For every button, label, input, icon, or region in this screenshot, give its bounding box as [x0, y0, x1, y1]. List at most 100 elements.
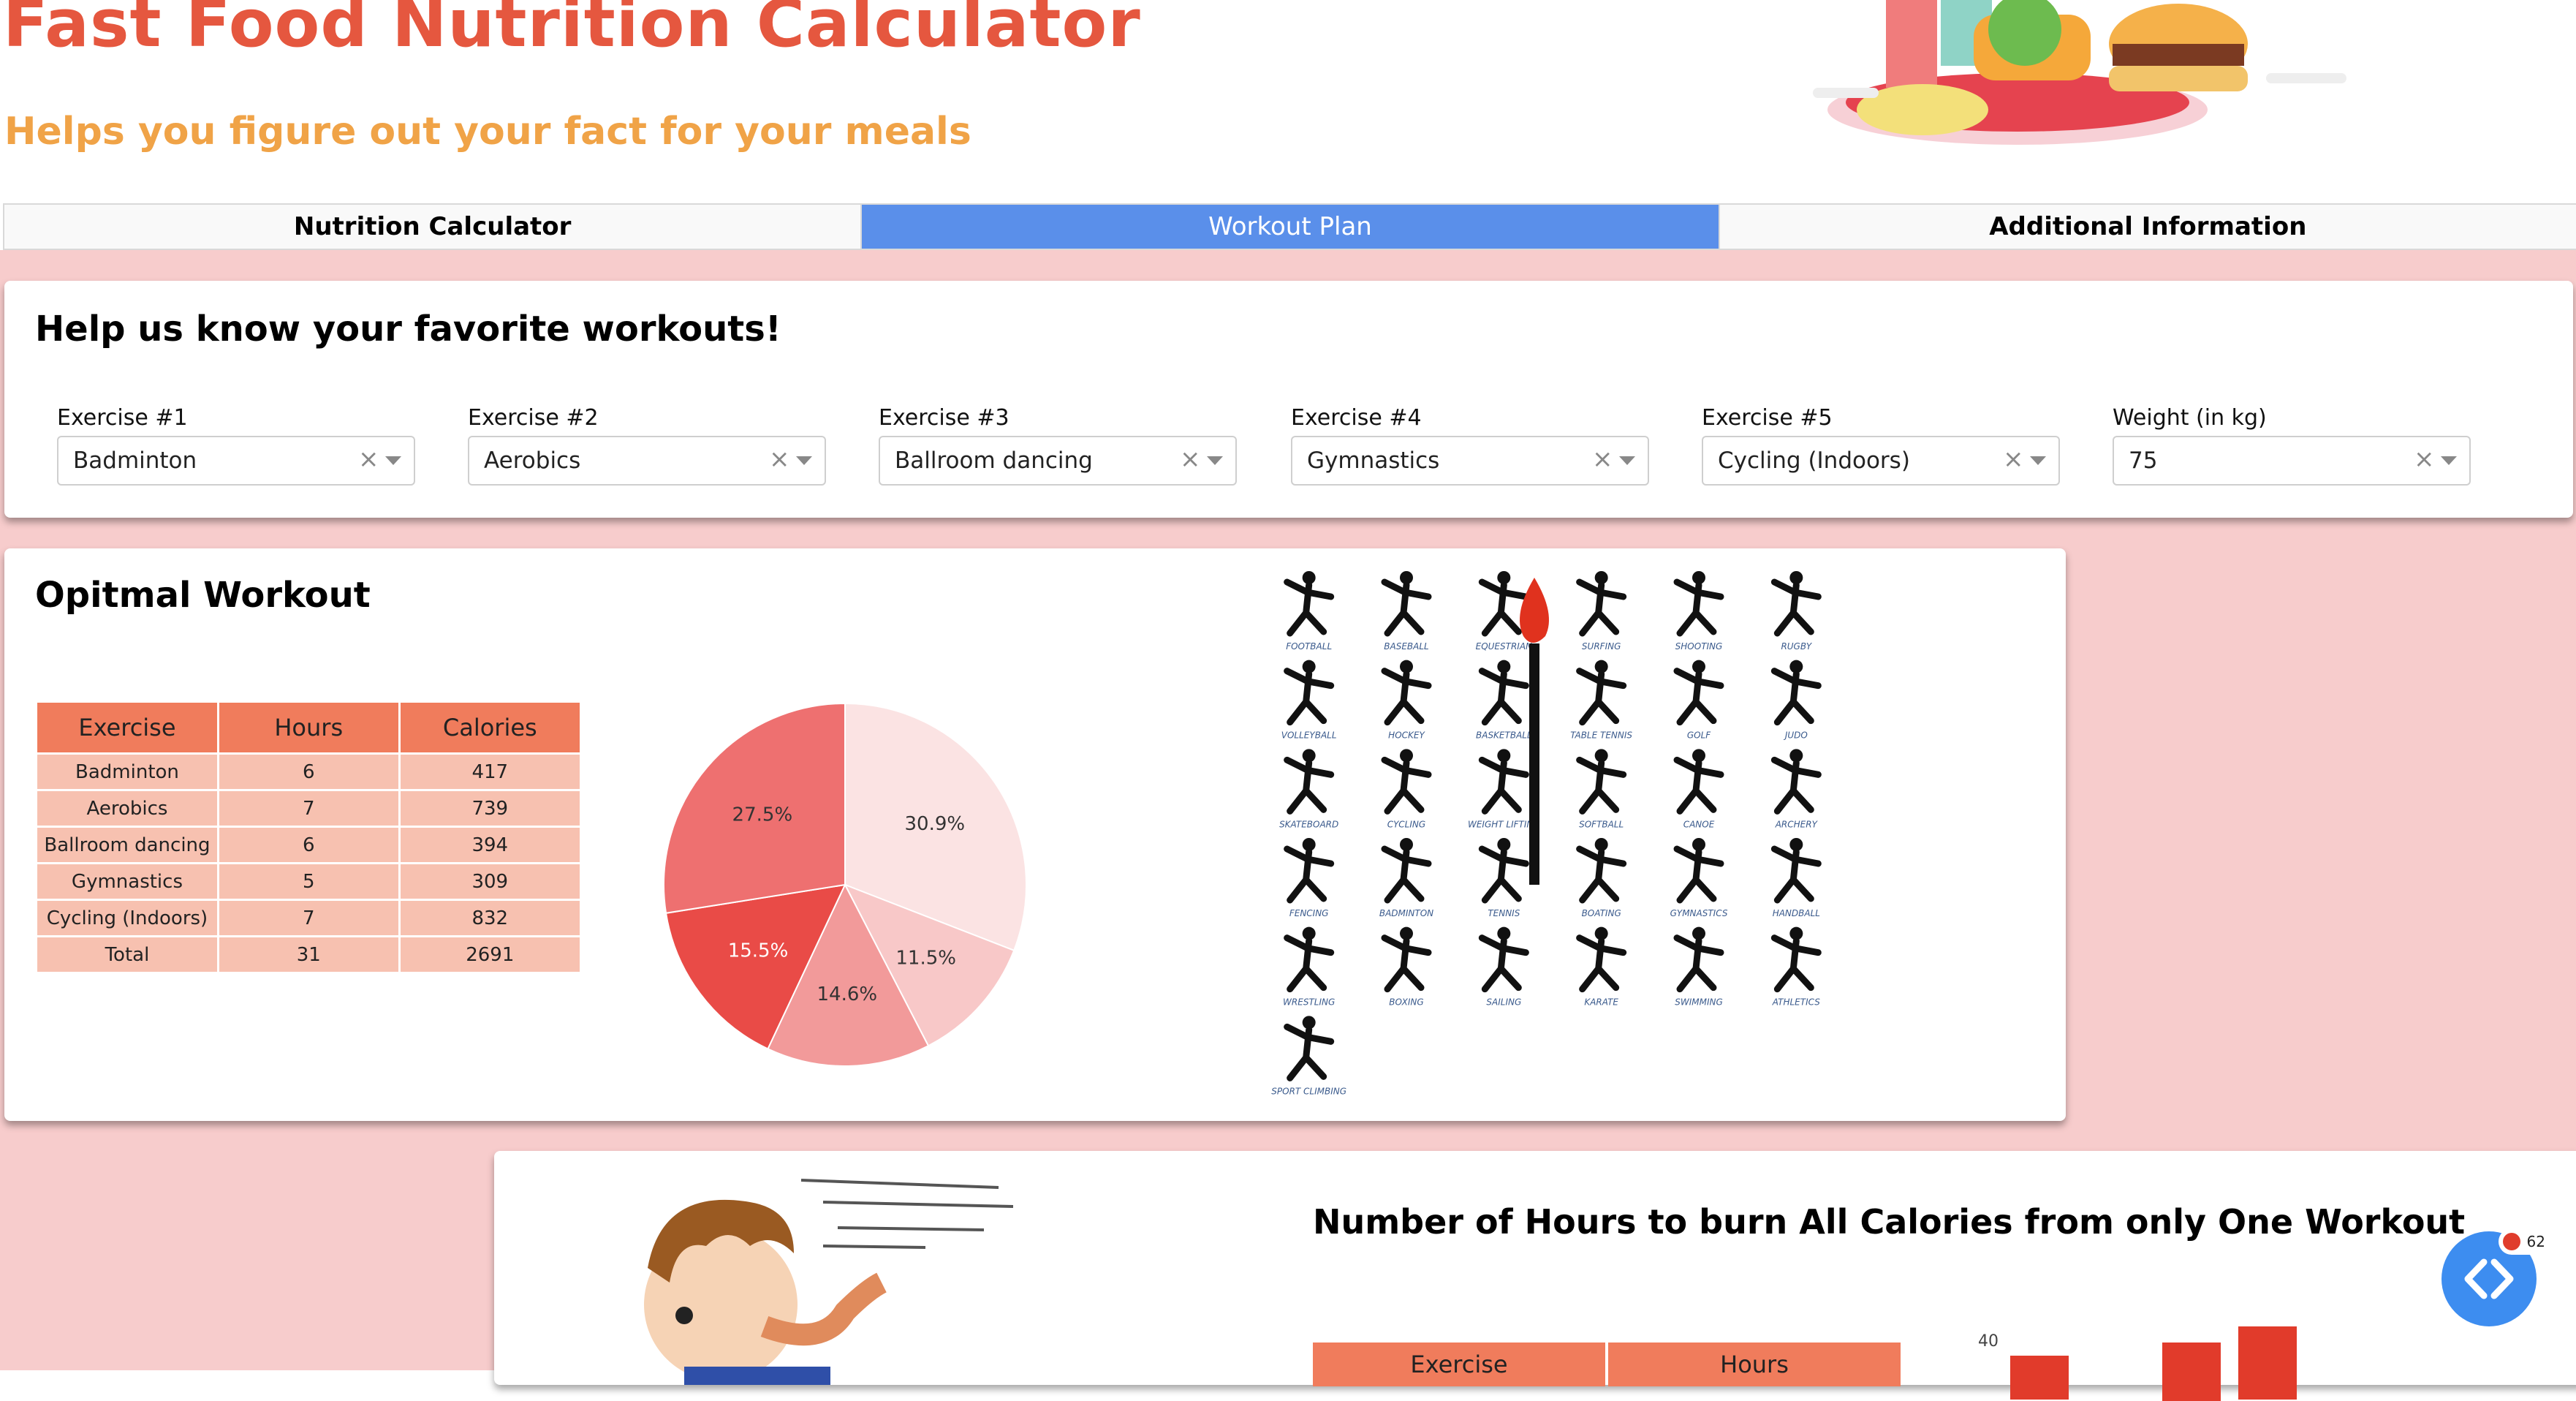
- dev-tools-button[interactable]: 62: [2441, 1228, 2550, 1326]
- athlete-silhouette: [1576, 660, 1627, 726]
- chevron-down-icon[interactable]: [796, 456, 812, 465]
- table-cell: 5: [216, 862, 401, 901]
- column-header: Exercise: [35, 700, 219, 755]
- table-cell: Badminton: [35, 752, 219, 791]
- dropdown-label: Exercise #5: [1702, 405, 1833, 431]
- clear-icon[interactable]: ×: [2414, 445, 2435, 474]
- exercise-1-dropdown: Exercise #1 Badminton ×: [57, 405, 415, 486]
- table-cell: Gymnastics: [35, 862, 219, 901]
- sport-label: SWIMMING: [1675, 997, 1723, 1008]
- sport-label: FOOTBALL: [1286, 641, 1332, 652]
- athlete-silhouette: [1770, 926, 1822, 993]
- column-header: Exercise: [1313, 1343, 1605, 1386]
- athlete-silhouette: [1284, 660, 1335, 726]
- column-header: Hours: [1608, 1343, 1901, 1386]
- clear-icon[interactable]: ×: [2003, 445, 2024, 474]
- sport-label: FENCING: [1289, 908, 1329, 918]
- tab-workout-plan[interactable]: Workout Plan: [862, 205, 1720, 249]
- sports-silhouettes-illustration: FOOTBALL BASEBALL EQUESTRIAN SURFING SHOOTIN…: [1271, 571, 1822, 1096]
- chevron-down-icon[interactable]: [2441, 456, 2457, 465]
- bar: [2238, 1326, 2297, 1400]
- dropdown-label: Weight (in kg): [2113, 405, 2267, 431]
- clear-icon[interactable]: ×: [1180, 445, 1201, 474]
- bar: [2010, 1356, 2069, 1400]
- athlete-silhouette: [1478, 926, 1529, 993]
- chevron-down-icon[interactable]: [2030, 456, 2046, 465]
- sport-label: RUGBY: [1781, 641, 1812, 652]
- exercise-2-select[interactable]: Aerobics ×: [468, 436, 826, 486]
- table-cell: 7: [216, 789, 401, 828]
- sport-label: KARATE: [1584, 997, 1618, 1008]
- running-boy-illustration: [644, 1179, 1014, 1385]
- hours-to-burn-card: Number of Hours to burn All Calories fro…: [494, 1151, 2576, 1401]
- exercise-3-dropdown: Exercise #3 Ballroom dancing ×: [879, 405, 1237, 486]
- dropdown-label: Exercise #4: [1291, 405, 1422, 431]
- athlete-silhouette: [1381, 571, 1432, 637]
- table-row: Cycling (Indoors) 7 832: [35, 899, 583, 937]
- selected-value: Aerobics: [484, 448, 581, 474]
- y-tick-label: 40: [1978, 1332, 1999, 1351]
- favorite-workouts-title: Help us know your favorite workouts!: [35, 309, 781, 350]
- athlete-silhouette: [1576, 571, 1627, 637]
- exercise-3-select[interactable]: Ballroom dancing ×: [879, 436, 1237, 486]
- error-dot-icon: [2503, 1233, 2520, 1250]
- sport-label: HOCKEY: [1388, 730, 1425, 741]
- sport-label: BASEBALL: [1384, 641, 1428, 652]
- table-row: Ballroom dancing 6 394: [35, 826, 583, 864]
- exercise-2-dropdown: Exercise #2 Aerobics ×: [468, 405, 826, 486]
- pie-slice-label: 15.5%: [728, 940, 789, 962]
- athlete-silhouette: [1576, 926, 1627, 993]
- exercise-5-select[interactable]: Cycling (Indoors) ×: [1702, 436, 2060, 486]
- clear-icon[interactable]: ×: [1592, 445, 1613, 474]
- sport-label: GYMNASTICS: [1670, 908, 1728, 918]
- table-cell: 6: [216, 752, 401, 791]
- athlete-silhouette: [1284, 571, 1335, 637]
- table-cell: 394: [398, 826, 583, 864]
- sport-label: CYCLING: [1387, 819, 1425, 829]
- sport-label: WEIGHT LIFTING: [1468, 819, 1540, 829]
- pie-slice-label: 27.5%: [732, 804, 793, 826]
- weight-dropdown: Weight (in kg) 75 ×: [2113, 405, 2471, 486]
- pie-slice-label: 30.9%: [905, 813, 966, 835]
- sport-label: JUDO: [1784, 730, 1808, 741]
- sport-label: GOLF: [1687, 730, 1711, 741]
- tab-additional-information[interactable]: Additional Information: [1720, 205, 2576, 249]
- chevron-down-icon[interactable]: [1207, 456, 1223, 465]
- athlete-silhouette: [1770, 571, 1822, 637]
- pie-slice-label: 11.5%: [895, 947, 956, 969]
- table-header-row: Exercise Hours Calories: [35, 700, 583, 755]
- athlete-silhouette: [1673, 838, 1724, 904]
- athlete-silhouette: [1478, 571, 1529, 637]
- clear-icon[interactable]: ×: [769, 445, 790, 474]
- sport-label: TABLE TENNIS: [1570, 730, 1632, 741]
- favorite-workouts-card: Help us know your favorite workouts! Exe…: [4, 281, 2573, 518]
- athlete-silhouette: [1381, 660, 1432, 726]
- table-row: Total 31 2691: [35, 935, 583, 974]
- athlete-silhouette: [1284, 749, 1335, 815]
- app-subtitle: Helps you figure out your fact for your …: [4, 110, 971, 154]
- athlete-silhouette: [1576, 749, 1627, 815]
- sport-label: SHOOTING: [1675, 641, 1723, 652]
- bar: [2162, 1343, 2221, 1401]
- error-count-badge: 62: [2499, 1228, 2550, 1255]
- exercise-1-select[interactable]: Badminton ×: [57, 436, 415, 486]
- tab-bar: Nutrition Calculator Workout Plan Additi…: [3, 203, 2576, 250]
- weight-select[interactable]: 75 ×: [2113, 436, 2471, 486]
- chevron-down-icon[interactable]: [385, 456, 401, 465]
- exercise-4-dropdown: Exercise #4 Gymnastics ×: [1291, 405, 1649, 486]
- optimal-workout-table: Exercise Hours Calories Badminton 6 417 …: [35, 700, 583, 974]
- badge-count: 62: [2526, 1233, 2545, 1250]
- clear-icon[interactable]: ×: [358, 445, 379, 474]
- athlete-silhouette: [1673, 571, 1724, 637]
- athlete-silhouette: [1381, 749, 1432, 815]
- selected-value: Ballroom dancing: [895, 448, 1093, 474]
- table-cell: 6: [216, 826, 401, 864]
- athlete-silhouette: [1381, 926, 1432, 993]
- tab-nutrition-calculator[interactable]: Nutrition Calculator: [4, 205, 863, 249]
- sport-label: HANDBALL: [1773, 908, 1820, 918]
- sport-label: SAILING: [1486, 997, 1521, 1008]
- exercise-4-select[interactable]: Gymnastics ×: [1291, 436, 1649, 486]
- table-row: Gymnastics 5 309: [35, 862, 583, 901]
- sport-label: ATHLETICS: [1772, 997, 1820, 1008]
- chevron-down-icon[interactable]: [1619, 456, 1635, 465]
